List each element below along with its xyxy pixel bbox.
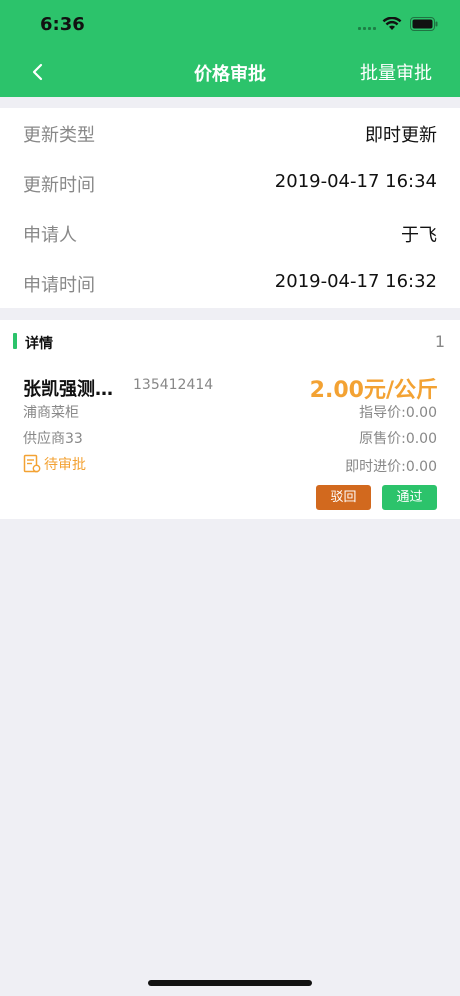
navigation-bar: 价格审批 批量审批 [0,48,460,97]
status-icons [358,15,438,33]
pending-approval-icon [23,454,41,473]
battery-icon [410,17,438,31]
approve-button[interactable]: 通过 [382,485,437,510]
product-code: 135412414 [133,377,214,393]
product-price: 2.00元/公斤 [309,378,438,403]
info-row-update-type: 更新类型 即时更新 [0,108,460,158]
info-value: 于飞 [401,225,437,246]
signal-icon [358,18,376,30]
reject-button[interactable]: 驳回 [316,485,371,510]
instant-purchase-price: 即时进价:0.00 [345,459,437,475]
header: 6:36 价格审批 批量审批 [0,0,460,97]
detail-title: 详情 [25,336,53,352]
info-value: 2019-04-17 16:32 [274,271,437,292]
original-price: 原售价:0.00 [359,431,437,447]
info-row-applicant: 申请人 于飞 [0,208,460,258]
home-indicator [148,980,312,986]
product-name: 张凯强测… [23,379,113,400]
detail-count: 1 [434,332,445,351]
info-value: 即时更新 [365,125,437,146]
detail-card: 详情 1 张凯强测… 135412414 2.00元/公斤 浦商菜柜 指导价:0… [0,320,460,519]
info-value: 2019-04-17 16:34 [274,171,437,192]
batch-approve-button[interactable]: 批量审批 [360,59,432,85]
status-text: 待审批 [44,457,86,473]
status-bar: 6:36 [0,0,460,48]
supplier-name: 供应商33 [23,431,83,447]
info-label: 申请时间 [23,275,95,296]
info-row-update-time: 更新时间 2019-04-17 16:34 [0,158,460,208]
section-marker [13,333,17,349]
info-label: 申请人 [23,225,77,246]
store-name: 浦商菜柜 [23,405,79,421]
info-card: 更新类型 即时更新 更新时间 2019-04-17 16:34 申请人 于飞 申… [0,108,460,308]
status-time: 6:36 [40,14,85,35]
info-label: 更新时间 [23,175,95,196]
status-badge: 待审批 [23,453,86,475]
info-row-apply-time: 申请时间 2019-04-17 16:32 [0,258,460,308]
info-label: 更新类型 [23,125,95,146]
guide-price: 指导价:0.00 [359,405,437,421]
wifi-icon [382,17,402,30]
